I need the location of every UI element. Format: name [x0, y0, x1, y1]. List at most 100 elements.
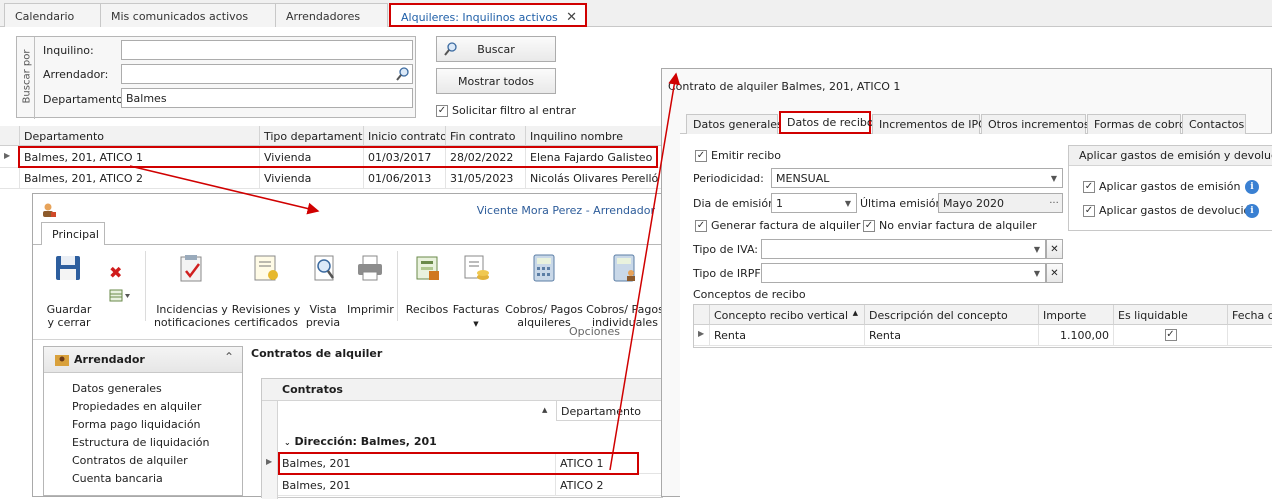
tab-contactos[interactable]: Contactos: [1182, 114, 1246, 134]
nav-header[interactable]: Arrendador ⌃: [44, 347, 242, 373]
mostrar-todos-button[interactable]: Mostrar todos: [436, 68, 556, 94]
close-icon[interactable]: ✕: [566, 10, 577, 25]
aplicar-emision-label: Aplicar gastos de emisión: [1099, 180, 1241, 193]
incidencias-button[interactable]: Incidencias y notificaciones: [153, 303, 231, 329]
dia-emision-value: 1: [776, 197, 783, 210]
inquilino-input[interactable]: [121, 40, 413, 60]
column-header-tipo[interactable]: Tipo departamento: [260, 126, 364, 146]
incidents-icon: [176, 253, 206, 283]
dia-emision-spinner[interactable]: 1 ▼: [771, 193, 857, 213]
column-header-fecha[interactable]: Fecha de: [1228, 305, 1272, 325]
table-cell[interactable]: 1.100,00: [1039, 325, 1114, 346]
column-header-inicio[interactable]: Inicio contrato: [364, 126, 446, 146]
emitir-recibo-label: Emitir recibo: [711, 149, 781, 162]
ultima-emision-field[interactable]: Mayo 2020 ···: [938, 193, 1063, 213]
grid-indicator-header: [0, 126, 20, 146]
guardar-y-cerrar-button[interactable]: Guardar y cerrar: [39, 303, 99, 329]
aplicar-emision-checkbox[interactable]: ✓ Aplicar gastos de emisión: [1083, 180, 1240, 193]
ultima-emision-value: Mayo 2020: [943, 197, 1004, 210]
arrendador-input[interactable]: [121, 64, 413, 84]
table-cell[interactable]: ATICO 1: [556, 453, 664, 474]
table-cell[interactable]: [1228, 325, 1272, 346]
checkbox-checked-icon: ✓: [695, 219, 707, 232]
column-header-departamento[interactable]: Departamento: [556, 401, 664, 421]
tab-incrementos-ipc[interactable]: Incrementos de IPC: [872, 114, 986, 134]
tab-arrendadores[interactable]: Arrendadores: [275, 3, 388, 27]
table-cell[interactable]: Renta: [865, 325, 1039, 346]
tab-formas-cobro[interactable]: Formas de cobro: [1087, 114, 1186, 134]
tab-datos-recibo[interactable]: Datos de recibo: [779, 111, 874, 134]
table-cell[interactable]: Vivienda: [260, 147, 364, 168]
departamento-input[interactable]: Balmes: [121, 88, 413, 108]
grid-dropdown-icon[interactable]: [109, 289, 131, 303]
column-header-liquidable[interactable]: Es liquidable: [1114, 305, 1228, 325]
column-header-inquilino[interactable]: Inquilino nombre: [526, 126, 662, 146]
nav-item-forma-pago[interactable]: Forma pago liquidación: [72, 416, 209, 434]
column-header-departamento[interactable]: Departamento: [20, 126, 260, 146]
tipo-iva-select[interactable]: ▼: [761, 239, 1046, 259]
column-header-importe[interactable]: Importe: [1039, 305, 1114, 325]
column-header-fin[interactable]: Fin contrato: [446, 126, 526, 146]
nav-item-datos-generales[interactable]: Datos generales: [72, 380, 209, 398]
nav-item-estructura[interactable]: Estructura de liquidación: [72, 434, 209, 452]
chevron-down-icon: ⌄: [284, 438, 291, 447]
tab-alquileres-inquilinos[interactable]: Alquileres: Inquilinos activos ✕: [389, 3, 587, 27]
table-cell[interactable]: 01/03/2017: [364, 147, 446, 168]
checkbox-checked-icon: ✓: [436, 104, 448, 117]
table-cell[interactable]: Elena Fajardo Galisteo: [526, 147, 662, 168]
landlord-window-title: Vicente Mora Perez - Arrendador: [476, 204, 655, 217]
revisiones-button[interactable]: Revisiones y certificados: [231, 303, 301, 329]
tab-datos-generales[interactable]: Datos generales: [686, 114, 783, 134]
gastos-group-title: Aplicar gastos de emisión y devolucion: [1069, 146, 1272, 166]
table-cell[interactable]: Vivienda: [260, 168, 364, 189]
table-cell[interactable]: 01/06/2013: [364, 168, 446, 189]
search-icon[interactable]: [395, 66, 411, 82]
sort-ascending-icon[interactable]: ▲: [542, 406, 547, 414]
table-cell[interactable]: Balmes, 201: [278, 453, 556, 474]
table-cell[interactable]: ATICO 2: [556, 475, 664, 496]
tab-mis-comunicados[interactable]: Mis comunicados activos: [100, 3, 277, 27]
info-icon[interactable]: i: [1245, 180, 1259, 194]
column-header-concepto[interactable]: Concepto recibo vertical ▲: [710, 305, 865, 325]
solicitar-filtro-checkbox[interactable]: ✓ Solicitar filtro al entrar: [436, 104, 576, 117]
print-icon: [355, 253, 385, 283]
periodicidad-label: Periodicidad:: [693, 172, 764, 185]
group-row[interactable]: ⌄ Dirección: Balmes, 201: [284, 435, 437, 448]
tab-principal[interactable]: Principal: [41, 222, 105, 245]
nav-item-contratos[interactable]: Contratos de alquiler: [72, 452, 209, 470]
ellipsis-icon[interactable]: ···: [1046, 194, 1062, 212]
no-enviar-checkbox[interactable]: ✓ No enviar factura de alquiler: [863, 219, 1037, 232]
table-cell[interactable]: 28/02/2022: [446, 147, 526, 168]
imprimir-button[interactable]: Imprimir: [347, 303, 394, 316]
periodicidad-select[interactable]: MENSUAL ▼: [771, 168, 1063, 188]
tab-calendario[interactable]: Calendario: [4, 3, 104, 27]
table-cell[interactable]: Nicolás Olivares Perelló: [526, 168, 662, 189]
gastos-group: Aplicar gastos de emisión y devolucion ✓…: [1068, 145, 1272, 231]
tipo-irpf-select[interactable]: ▼: [761, 263, 1046, 283]
aplicar-devolucion-checkbox[interactable]: ✓ Aplicar gastos de devolución: [1083, 204, 1257, 217]
table-cell[interactable]: Balmes, 201, ATICO 1: [20, 147, 260, 168]
table-cell[interactable]: Balmes, 201, ATICO 2: [20, 168, 260, 189]
liquidable-cell[interactable]: ✓: [1114, 325, 1228, 346]
tab-otros-incrementos[interactable]: Otros incrementos: [981, 114, 1090, 134]
delete-icon[interactable]: ✖: [109, 263, 122, 282]
ribbon-panel: Guardar y cerrar ✖ Incidencias y notific…: [33, 244, 664, 340]
vista-previa-button[interactable]: Vista previa: [301, 303, 345, 329]
clear-irpf-icon[interactable]: ✕: [1046, 263, 1063, 283]
table-cell[interactable]: Balmes, 201: [278, 475, 556, 496]
buscar-button[interactable]: Buscar: [436, 36, 556, 62]
table-cell[interactable]: 31/05/2023: [446, 168, 526, 189]
nav-item-propiedades[interactable]: Propiedades en alquiler: [72, 398, 209, 416]
chevron-up-icon[interactable]: ⌃: [224, 350, 234, 364]
nav-item-cuenta[interactable]: Cuenta bancaria: [72, 470, 209, 488]
info-icon[interactable]: i: [1245, 204, 1259, 218]
facturas-button[interactable]: Facturas ▼: [451, 303, 501, 331]
column-header-descripcion[interactable]: Descripción del concepto: [865, 305, 1039, 325]
emitir-recibo-checkbox[interactable]: ✓ Emitir recibo: [695, 149, 781, 162]
calculator-person-icon: [609, 253, 639, 283]
clear-iva-icon[interactable]: ✕: [1046, 239, 1063, 259]
generar-factura-checkbox[interactable]: ✓ Generar factura de alquiler: [695, 219, 860, 232]
inquilino-label: Inquilino:: [43, 44, 94, 57]
recibos-button[interactable]: Recibos: [405, 303, 449, 316]
table-cell[interactable]: Renta: [710, 325, 865, 346]
